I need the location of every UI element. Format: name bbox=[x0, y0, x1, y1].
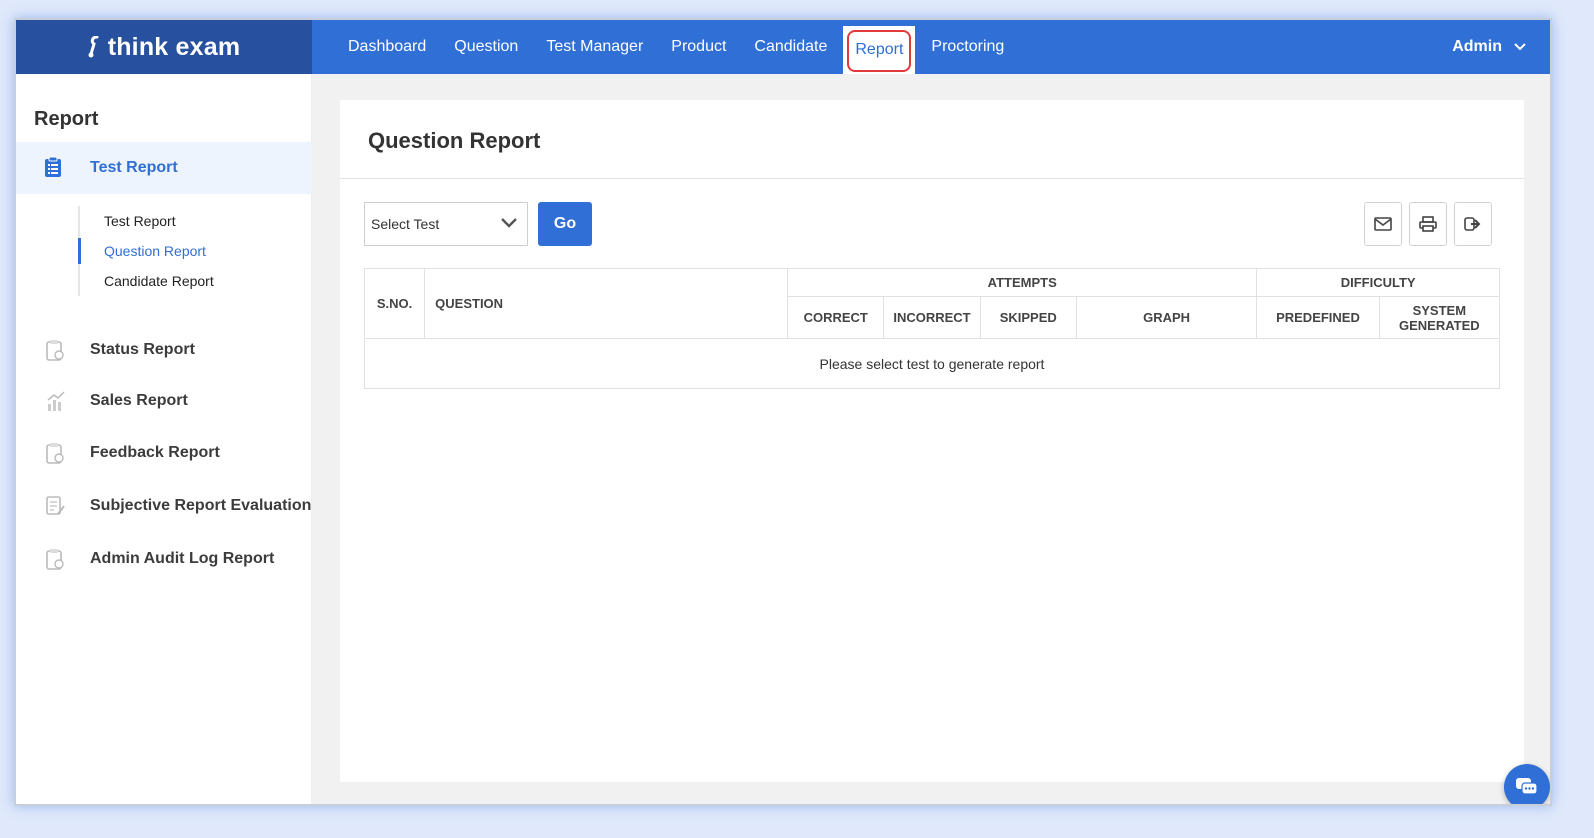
nav-proctoring[interactable]: Proctoring bbox=[917, 20, 1018, 74]
column-header-correct: CORRECT bbox=[787, 296, 885, 339]
empty-message: Please select test to generate report bbox=[364, 338, 1500, 389]
subnav-test-report[interactable]: Test Report bbox=[80, 206, 298, 236]
sidebar-title: Report bbox=[34, 108, 99, 130]
column-group-difficulty: DIFFICULTY bbox=[1256, 268, 1500, 297]
edit-document-icon bbox=[46, 496, 65, 515]
chevron-down-icon bbox=[501, 218, 517, 228]
email-button[interactable] bbox=[1364, 202, 1402, 246]
user-menu[interactable]: Admin bbox=[1452, 20, 1526, 74]
sidebar-item-test-report[interactable]: Test Report bbox=[16, 142, 312, 194]
column-group-attempts: ATTEMPTS bbox=[787, 268, 1258, 297]
column-header-graph: GRAPH bbox=[1075, 296, 1258, 339]
clipboard-icon bbox=[46, 340, 64, 361]
nav-dashboard[interactable]: Dashboard bbox=[334, 20, 440, 74]
brand-name: think exam bbox=[107, 32, 241, 61]
column-header-incorrect: INCORRECT bbox=[883, 296, 981, 339]
go-button[interactable]: Go bbox=[538, 202, 592, 246]
app-window: think exam Dashboard Question Test Manag… bbox=[14, 18, 1552, 806]
nav-test-manager[interactable]: Test Manager bbox=[532, 20, 657, 74]
report-panel: Question Report Select Test Go S.NO. QUE… bbox=[340, 100, 1524, 782]
nav-question[interactable]: Question bbox=[440, 20, 532, 74]
column-header-skipped: SKIPPED bbox=[979, 296, 1077, 339]
email-icon bbox=[1374, 217, 1392, 231]
column-header-question: QUESTION bbox=[424, 268, 789, 339]
divider bbox=[340, 178, 1524, 179]
logo-icon bbox=[88, 36, 99, 58]
select-test-dropdown[interactable]: Select Test bbox=[364, 202, 528, 246]
chat-widget-button[interactable] bbox=[1504, 764, 1550, 804]
select-test-value: Select Test bbox=[371, 216, 440, 232]
page-title: Question Report bbox=[368, 128, 541, 153]
export-icon bbox=[1464, 217, 1481, 231]
sidebar-item-label: Status Report bbox=[90, 341, 195, 358]
user-menu-label: Admin bbox=[1452, 38, 1502, 55]
print-icon bbox=[1419, 216, 1437, 232]
export-button[interactable] bbox=[1454, 202, 1492, 246]
clipboard-icon bbox=[46, 549, 64, 570]
chevron-down-icon bbox=[1514, 43, 1526, 51]
sidebar-item-label: Admin Audit Log Report bbox=[90, 550, 275, 567]
sidebar-item-status-report[interactable]: Status Report bbox=[16, 330, 312, 370]
question-report-table: S.NO. QUESTION ATTEMPTS DIFFICULTY CORRE… bbox=[363, 268, 1501, 389]
sidebar-item-label: Sales Report bbox=[90, 392, 188, 409]
main-nav: Dashboard Question Test Manager Product … bbox=[312, 20, 1018, 74]
sub-nav: Test Report Question Report Candidate Re… bbox=[78, 206, 298, 296]
logo[interactable]: think exam bbox=[16, 20, 312, 74]
clipboard-icon bbox=[46, 443, 64, 464]
top-navbar: think exam Dashboard Question Test Manag… bbox=[16, 20, 1550, 74]
sidebar-item-feedback-report[interactable]: Feedback Report bbox=[16, 433, 312, 473]
column-header-system-generated: SYSTEM GENERATED bbox=[1378, 296, 1501, 339]
chat-icon bbox=[1516, 778, 1538, 795]
column-header-sno: S.NO. bbox=[363, 268, 426, 339]
nav-report[interactable]: Report bbox=[843, 26, 916, 74]
sidebar-item-sales-report[interactable]: Sales Report bbox=[16, 381, 312, 421]
subnav-question-report[interactable]: Question Report bbox=[78, 236, 298, 266]
nav-product[interactable]: Product bbox=[657, 20, 740, 74]
nav-candidate[interactable]: Candidate bbox=[740, 20, 841, 74]
sidebar-item-admin-audit-log-report[interactable]: Admin Audit Log Report bbox=[16, 539, 312, 579]
sidebar-item-label: Subjective Report Evaluation bbox=[90, 497, 312, 514]
subnav-candidate-report[interactable]: Candidate Report bbox=[80, 266, 298, 296]
bar-chart-icon bbox=[47, 391, 65, 411]
sidebar-item-label: Feedback Report bbox=[90, 444, 220, 461]
clipboard-icon bbox=[45, 156, 61, 177]
sidebar: Report Test Report Test Report Question … bbox=[16, 74, 312, 804]
print-button[interactable] bbox=[1409, 202, 1447, 246]
sidebar-item-label: Test Report bbox=[90, 159, 178, 176]
sidebar-item-subjective-report-evaluation[interactable]: Subjective Report Evaluation bbox=[16, 486, 312, 526]
column-header-predefined: PREDEFINED bbox=[1256, 296, 1380, 339]
